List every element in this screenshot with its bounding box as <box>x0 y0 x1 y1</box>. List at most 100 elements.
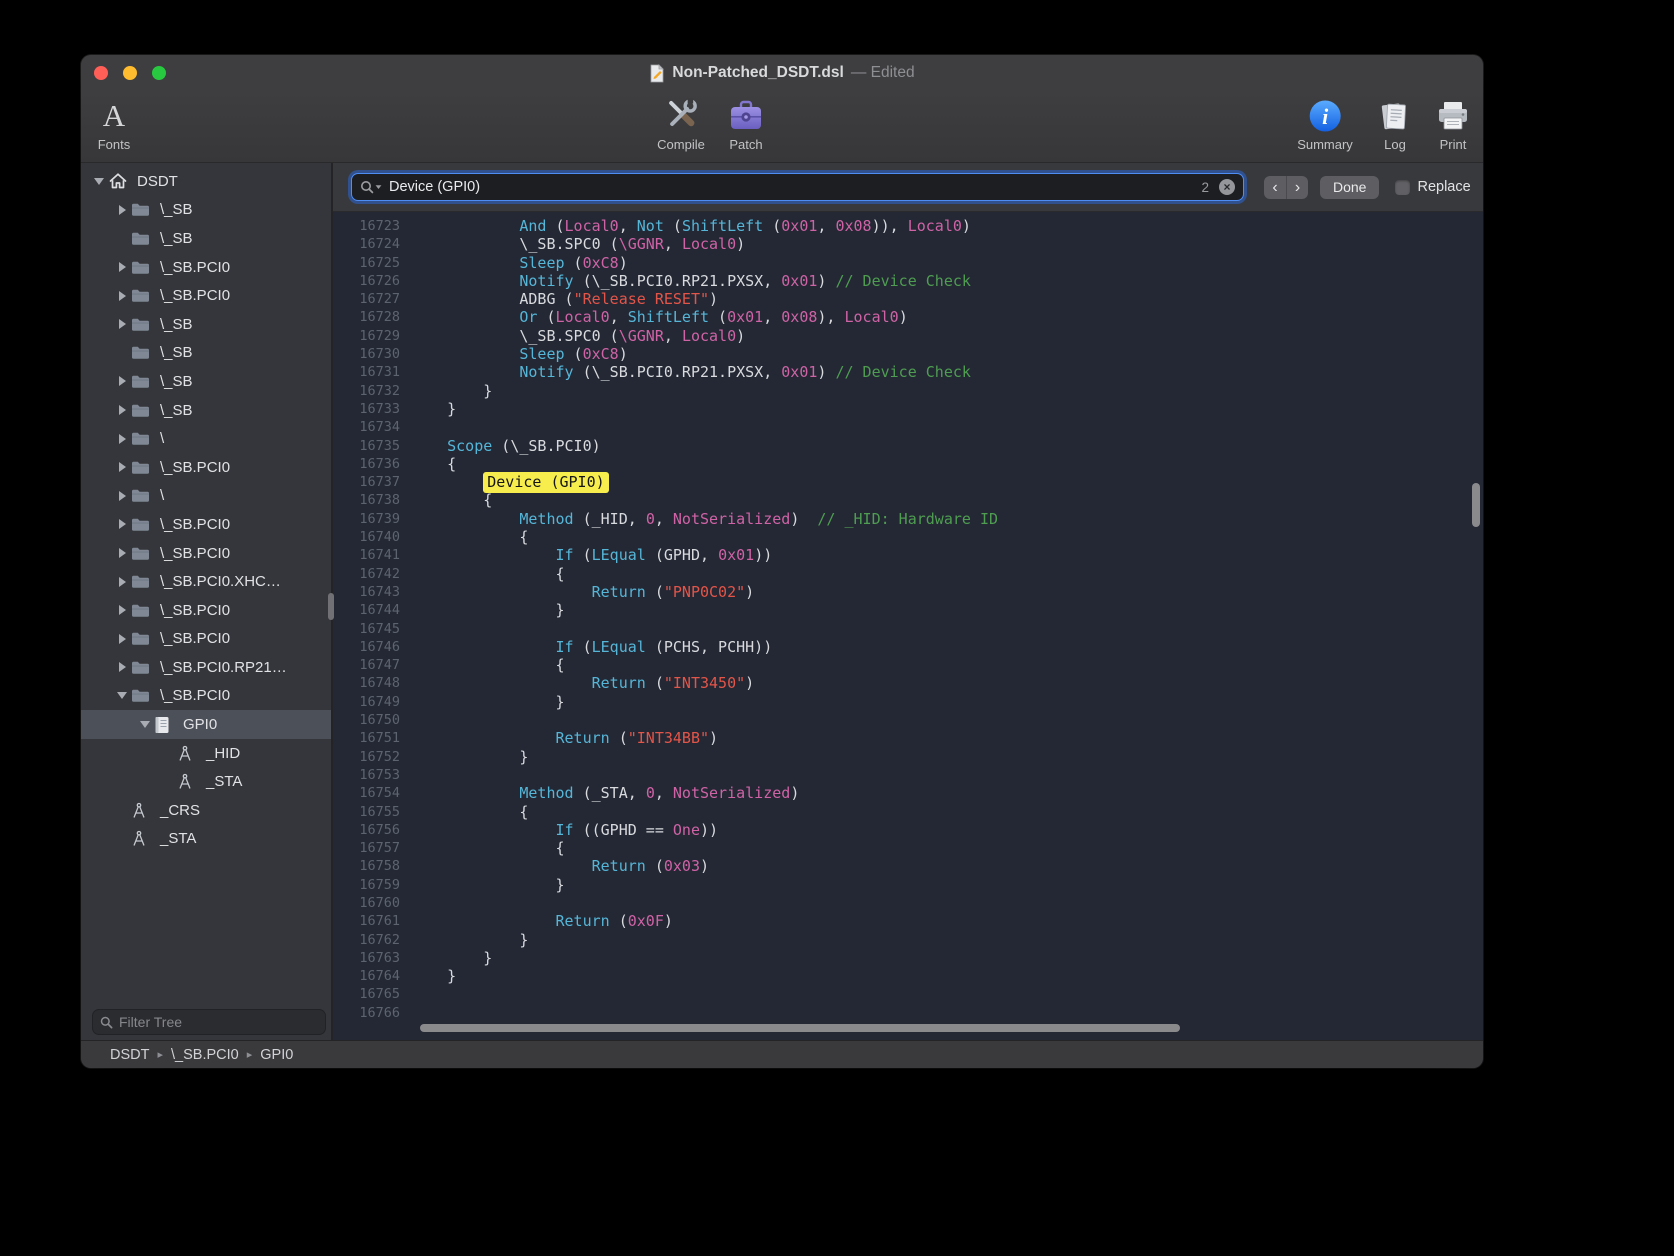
line-number: 16725 <box>333 254 400 272</box>
tree-item-hid[interactable]: _HID <box>81 739 331 768</box>
find-prev-next-group: ‹ › <box>1264 176 1308 199</box>
disclosure-triangle-icon[interactable] <box>113 662 131 672</box>
toolbar-fonts-button[interactable]: A Fonts <box>98 96 131 152</box>
disclosure-triangle-icon[interactable] <box>136 721 154 728</box>
done-button[interactable]: Done <box>1320 176 1379 199</box>
tree-item-sbpci0[interactable]: \_SB.PCI0 <box>81 539 331 568</box>
splitter-handle[interactable] <box>328 593 334 620</box>
disclosure-triangle-icon[interactable] <box>113 434 131 444</box>
find-previous-button[interactable]: ‹ <box>1264 176 1286 199</box>
toolbar-print-button[interactable]: Print <box>1435 96 1471 152</box>
zoom-window-button[interactable] <box>152 66 166 80</box>
vertical-scrollbar[interactable] <box>1472 483 1480 527</box>
breadcrumb-item[interactable]: GPI0 <box>260 1047 293 1063</box>
folder-icon <box>131 202 157 217</box>
close-window-button[interactable] <box>94 66 108 80</box>
breadcrumb-separator-icon: ▸ <box>157 1048 163 1061</box>
code-editor[interactable]: 16723 And (Local0, Not (ShiftLeft (0x01,… <box>333 212 1483 1040</box>
disclosure-triangle-icon[interactable] <box>113 577 131 587</box>
tree-item-crs[interactable]: _CRS <box>81 796 331 825</box>
disclosure-triangle-icon[interactable] <box>90 178 108 185</box>
disclosure-triangle-icon[interactable] <box>113 548 131 558</box>
disclosure-triangle-icon[interactable] <box>113 692 131 699</box>
tree-item-sbpci0rp21[interactable]: \_SB.PCI0.RP21… <box>81 653 331 682</box>
tree-item-sbpci0[interactable]: \_SB.PCI0 <box>81 253 331 282</box>
svg-text:i: i <box>1322 104 1329 129</box>
breadcrumb-item[interactable]: \_SB.PCI0 <box>171 1047 239 1063</box>
minimize-window-button[interactable] <box>123 66 137 80</box>
line-number: 16753 <box>333 766 400 784</box>
tree-item-[interactable]: \ <box>81 482 331 511</box>
breadcrumb-item[interactable]: DSDT <box>110 1047 149 1063</box>
code-text: } <box>400 876 565 894</box>
code-text: Method (_STA, 0, NotSerialized) <box>400 784 799 802</box>
disclosure-triangle-icon[interactable] <box>113 262 131 272</box>
line-number: 16734 <box>333 418 400 436</box>
tree-item-sbpci0[interactable]: \_SB.PCI0 <box>81 281 331 310</box>
compile-tools-icon <box>657 96 705 136</box>
disclosure-triangle-icon[interactable] <box>113 605 131 615</box>
code-line: 16763 } <box>333 949 1483 967</box>
code-text: \_SB.SPC0 (\GGNR, Local0) <box>400 327 745 345</box>
toolbar-patch-button[interactable]: Patch <box>729 96 763 152</box>
tree-item-sbpci0[interactable]: \_SB.PCI0 <box>81 596 331 625</box>
disclosure-triangle-icon[interactable] <box>113 376 131 386</box>
tree-item-sb[interactable]: \_SB <box>81 339 331 368</box>
code-text: { <box>400 565 565 583</box>
tree-item-sb[interactable]: \_SB <box>81 310 331 339</box>
tree-item-gpi0[interactable]: GPI0 <box>81 710 331 739</box>
tree-item-sb[interactable]: \_SB <box>81 196 331 225</box>
code-line: 16758 Return (0x03) <box>333 857 1483 875</box>
folder-icon <box>131 631 157 646</box>
tree-item-sb[interactable]: \_SB <box>81 396 331 425</box>
line-number: 16745 <box>333 620 400 638</box>
tree-item-sbpci0[interactable]: \_SB.PCI0 <box>81 510 331 539</box>
disclosure-triangle-icon[interactable] <box>113 291 131 301</box>
code-text: Sleep (0xC8) <box>400 345 628 363</box>
tree-item-[interactable]: \ <box>81 424 331 453</box>
horizontal-scrollbar[interactable] <box>420 1024 1180 1032</box>
filter-tree-input[interactable]: Filter Tree <box>92 1009 326 1035</box>
toolbar-summary-button[interactable]: i Summary <box>1297 96 1353 152</box>
toolbar-compile-button[interactable]: Compile <box>657 96 705 152</box>
disclosure-triangle-icon[interactable] <box>113 634 131 644</box>
code-line: 16759 } <box>333 876 1483 894</box>
tree-item-label: \_SB <box>160 402 193 419</box>
find-input[interactable]: Device (GPI0) 2 × <box>351 173 1244 201</box>
code-text: Notify (\_SB.PCI0.RP21.PXSX, 0x01) // De… <box>400 363 971 381</box>
tree-item-sta[interactable]: _STA <box>81 767 331 796</box>
line-number: 16761 <box>333 912 400 930</box>
replace-checkbox[interactable] <box>1395 180 1410 195</box>
disclosure-triangle-icon[interactable] <box>113 319 131 329</box>
line-number: 16726 <box>333 272 400 290</box>
folder-icon <box>131 688 157 703</box>
clear-search-icon[interactable]: × <box>1219 179 1235 195</box>
search-menu-icon[interactable] <box>360 180 383 194</box>
disclosure-triangle-icon[interactable] <box>113 491 131 501</box>
find-next-button[interactable]: › <box>1286 176 1308 199</box>
folder-icon <box>131 546 157 561</box>
code-text <box>400 766 411 784</box>
home-icon <box>108 172 134 190</box>
line-number: 16752 <box>333 748 400 766</box>
code-line: 16736 { <box>333 455 1483 473</box>
disclosure-triangle-icon[interactable] <box>113 205 131 215</box>
disclosure-triangle-icon[interactable] <box>113 405 131 415</box>
line-number: 16759 <box>333 876 400 894</box>
line-number: 16740 <box>333 528 400 546</box>
tree-item-sbpci0[interactable]: \_SB.PCI0 <box>81 682 331 711</box>
tree-item-sbpci0xhc[interactable]: \_SB.PCI0.XHC… <box>81 567 331 596</box>
code-text: } <box>400 967 456 985</box>
tree-item-dsdt[interactable]: DSDT <box>81 167 331 196</box>
tree-item-sbpci0[interactable]: \_SB.PCI0 <box>81 453 331 482</box>
disclosure-triangle-icon[interactable] <box>113 462 131 472</box>
tree-item-sta[interactable]: _STA <box>81 825 331 854</box>
tree-item-sb[interactable]: \_SB <box>81 224 331 253</box>
tree-item-sb[interactable]: \_SB <box>81 367 331 396</box>
disclosure-triangle-icon[interactable] <box>113 519 131 529</box>
tree-item-label: DSDT <box>137 173 178 190</box>
tree-item-sbpci0[interactable]: \_SB.PCI0 <box>81 625 331 654</box>
toolbar-log-button[interactable]: Log <box>1378 96 1412 152</box>
toolbar-log-label: Log <box>1378 137 1412 152</box>
code-text: Return (0x0F) <box>400 912 673 930</box>
